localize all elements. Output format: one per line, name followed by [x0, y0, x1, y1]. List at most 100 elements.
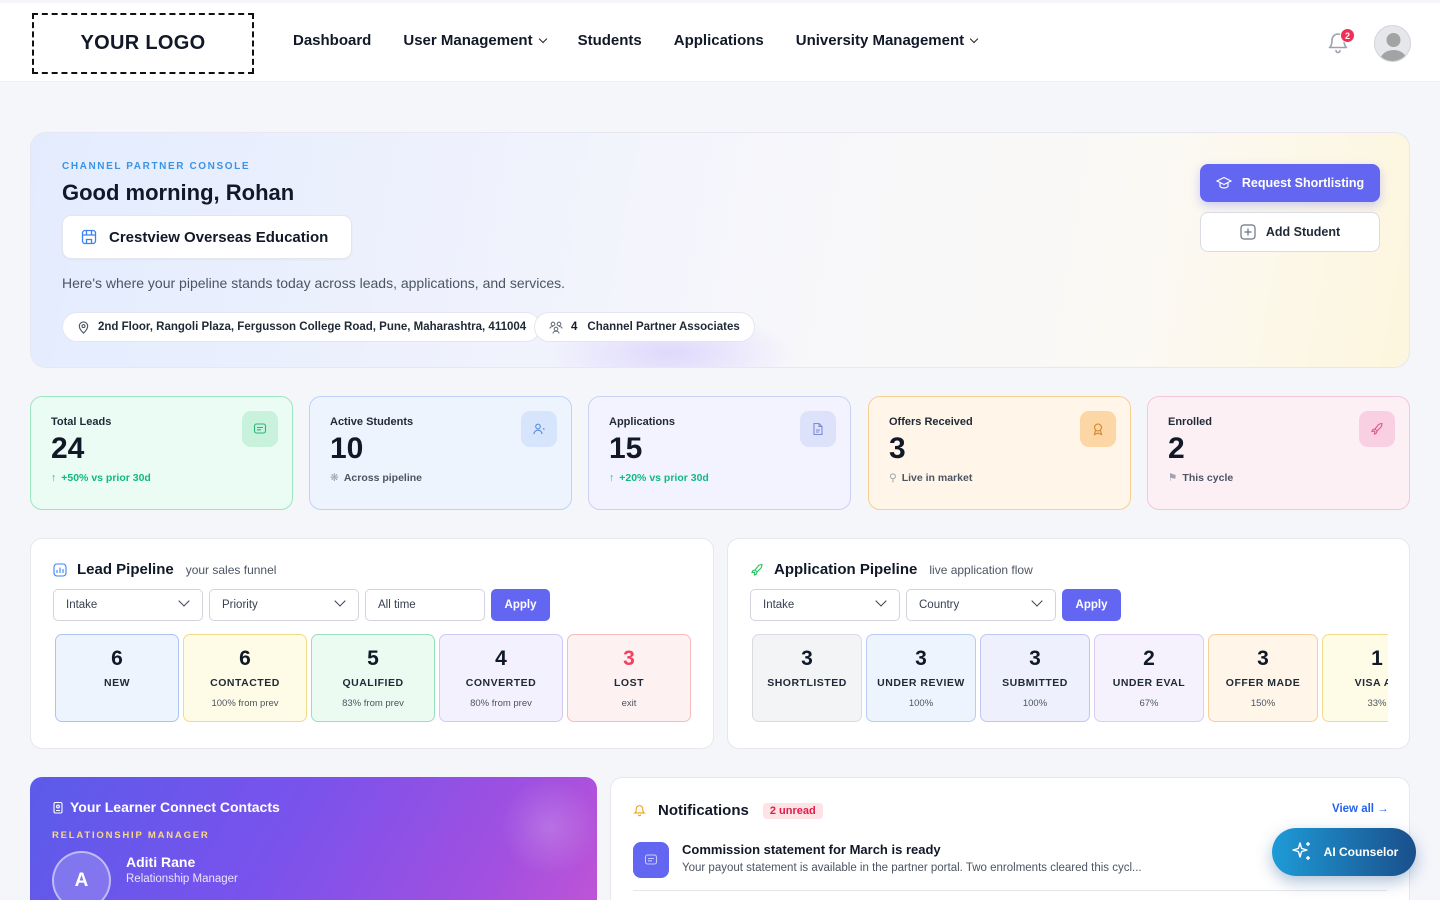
chevron-down-icon — [334, 595, 346, 607]
stage-count: 3 — [1029, 647, 1041, 670]
stat-foot: ⚑ This cycle — [1168, 472, 1389, 484]
stage-label: NEW — [104, 677, 130, 689]
lead-intake-select[interactable]: Intake — [53, 589, 203, 621]
flag-icon: ⚑ — [1168, 472, 1178, 484]
rocket-icon — [1359, 411, 1395, 447]
app-stage-shortlisted[interactable]: 3 SHORTLISTED — [752, 634, 862, 722]
associates-count: 4 — [571, 321, 578, 333]
application-pipeline-header: Application Pipeline live application fl… — [750, 561, 1033, 578]
chevron-down-icon — [875, 595, 887, 607]
app-stage-visa-approved[interactable]: 1 VISA AP 33% — [1322, 634, 1388, 722]
application-pipeline-subtitle: live application flow — [929, 562, 1033, 577]
view-all-link[interactable]: View all → — [1332, 803, 1389, 815]
lead-pipeline-title: Lead Pipeline — [77, 561, 174, 578]
id-badge-icon — [53, 801, 63, 814]
application-stages-scroll[interactable]: 3 SHORTLISTED 3 UNDER REVIEW 100% 3 SUBM… — [752, 634, 1388, 722]
relationship-manager-section: RELATIONSHIP MANAGER — [52, 830, 210, 841]
stat-value: 2 — [1168, 432, 1185, 465]
stage-count: 3 — [623, 647, 635, 670]
ai-counselor-button[interactable]: AI Counselor — [1272, 828, 1416, 876]
stage-label: CONTACTED — [210, 677, 280, 689]
stat-value: 10 — [330, 432, 364, 465]
notifications-header: Notifications 2 unread — [633, 802, 823, 819]
organization-card: Crestview Overseas Education — [62, 215, 352, 259]
stat-card-enrolled[interactable]: Enrolled 2 ⚑ This cycle — [1147, 396, 1410, 510]
stage-sub: 80% from prev — [470, 698, 532, 709]
stat-card-offers-received[interactable]: Offers Received 3 ⚲ Live in market — [868, 396, 1131, 510]
lead-stage-converted[interactable]: 4 CONVERTED 80% from prev — [439, 634, 563, 722]
select-value: All time — [378, 599, 416, 611]
users-icon — [549, 321, 563, 334]
nav-user-management-label: User Management — [403, 32, 533, 49]
logo[interactable]: YOUR LOGO — [32, 13, 254, 74]
notification-body: Your payout statement is available in th… — [682, 862, 1142, 874]
add-student-button[interactable]: Add Student — [1200, 212, 1380, 252]
app-country-select[interactable]: Country — [906, 589, 1056, 621]
address-chip: 2nd Floor, Rangoli Plaza, Fergusson Coll… — [62, 312, 542, 342]
nav-links: Dashboard User Management Students Appli… — [293, 32, 979, 49]
nav-university-management[interactable]: University Management — [796, 32, 979, 49]
associates-chip: 4 Channel Partner Associates — [534, 312, 755, 342]
lead-pipeline-subtitle: your sales funnel — [185, 562, 277, 577]
app-apply-button[interactable]: Apply — [1062, 589, 1121, 621]
app-intake-select[interactable]: Intake — [750, 589, 900, 621]
stat-label: Applications — [609, 416, 676, 428]
lead-date-range-input[interactable]: All time — [365, 589, 485, 621]
organization-name: Crestview Overseas Education — [109, 228, 329, 246]
nav-dashboard-label: Dashboard — [293, 32, 372, 49]
stat-foot-text: Across pipeline — [343, 472, 423, 484]
arrow-up-icon: ↑ — [609, 472, 615, 484]
contact-avatar: A — [52, 851, 111, 900]
stat-card-active-students[interactable]: Active Students 10 ❋ Across pipeline — [309, 396, 572, 510]
stage-label: UNDER REVIEW — [877, 677, 965, 689]
arrow-up-icon: ↑ — [51, 472, 57, 484]
lead-stage-contacted[interactable]: 6 CONTACTED 100% from prev — [183, 634, 307, 722]
stat-foot-text: Live in market — [901, 472, 973, 484]
stat-card-applications[interactable]: Applications 15 ↑ +20% vs prior 30d — [588, 396, 851, 510]
select-value: Country — [919, 599, 960, 611]
contact-name: Aditi Rane — [126, 854, 196, 870]
avatar[interactable] — [1374, 25, 1411, 62]
stat-trend: ↑ +20% vs prior 30d — [609, 472, 830, 484]
select-value: Intake — [66, 599, 98, 611]
notifications-title: Notifications — [658, 802, 749, 819]
award-icon — [1080, 411, 1116, 447]
app-stage-offer-made[interactable]: 3 OFFER MADE 150% — [1208, 634, 1318, 722]
stage-label: UNDER EVAL — [1112, 677, 1186, 689]
nav-students[interactable]: Students — [578, 32, 642, 49]
select-value: Intake — [763, 599, 795, 611]
stage-count: 6 — [111, 647, 123, 670]
graduation-cap-icon — [1215, 176, 1232, 189]
app-stage-under-review[interactable]: 3 UNDER REVIEW 100% — [866, 634, 976, 722]
bell-icon — [633, 805, 646, 817]
stage-sub: 100% — [908, 698, 934, 709]
contact-role: Relationship Manager — [126, 873, 238, 885]
nav-dashboard[interactable]: Dashboard — [293, 32, 371, 49]
lead-stage-lost[interactable]: 3 LOST exit — [567, 634, 691, 722]
contacts-header: Your Learner Connect Contacts — [52, 799, 280, 815]
stage-sub: 67% — [1139, 698, 1159, 709]
app-stage-submitted[interactable]: 3 SUBMITTED 100% — [980, 634, 1090, 722]
lead-stage-new[interactable]: 6 NEW — [55, 634, 179, 722]
ai-counselor-label: AI Counselor — [1323, 845, 1399, 859]
stage-label: SHORTLISTED — [767, 677, 847, 689]
lead-stage-qualified[interactable]: 5 QUALIFIED 83% from prev — [311, 634, 435, 722]
stat-label: Total Leads — [51, 416, 112, 428]
application-pipeline-panel: Application Pipeline live application fl… — [727, 538, 1410, 749]
nav-students-label: Students — [577, 32, 642, 49]
stat-foot-text: +50% vs prior 30d — [61, 472, 151, 484]
app-stage-under-eval[interactable]: 2 UNDER EVAL 67% — [1094, 634, 1204, 722]
stat-value: 15 — [609, 432, 643, 465]
stat-foot: ⚲ Live in market — [889, 472, 1110, 484]
request-shortlisting-button[interactable]: Request Shortlisting — [1200, 164, 1380, 202]
lead-priority-select[interactable]: Priority — [209, 589, 359, 621]
nav-user-management[interactable]: User Management — [403, 32, 547, 49]
user-icon — [521, 411, 557, 447]
stat-value: 24 — [51, 432, 85, 465]
stage-count: 5 — [367, 647, 379, 670]
nav-applications[interactable]: Applications — [674, 32, 764, 49]
chart-icon — [53, 562, 67, 577]
lead-apply-button[interactable]: Apply — [491, 589, 550, 621]
stat-card-total-leads[interactable]: Total Leads 24 ↑ +50% vs prior 30d — [30, 396, 293, 510]
stage-label: VISA AP — [1354, 677, 1388, 689]
